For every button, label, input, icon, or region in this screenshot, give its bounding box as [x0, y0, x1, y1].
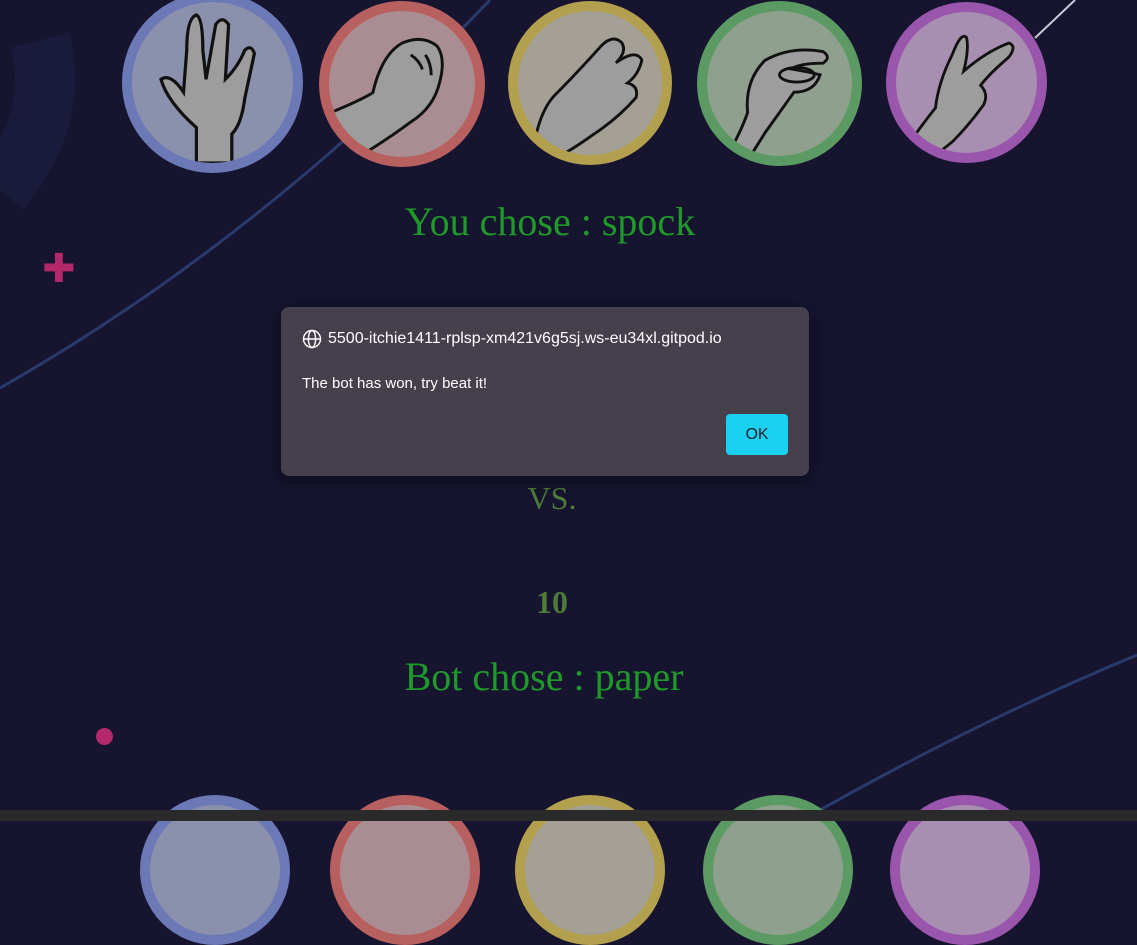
- choice-spock-button[interactable]: [122, 0, 303, 173]
- dot-decoration: [96, 728, 113, 745]
- dialog-origin: 5500-itchie1411-rplsp-xm421v6g5sj.ws-eu3…: [302, 329, 722, 349]
- dialog-origin-text: 5500-itchie1411-rplsp-xm421v6g5sj.ws-eu3…: [328, 330, 722, 347]
- rock-fist-icon: [329, 37, 444, 157]
- bot-chose-label: Bot chose : paper: [404, 654, 684, 699]
- choice-rock-button[interactable]: [319, 1, 485, 167]
- paper-hand-icon: [530, 37, 644, 155]
- choice-paper-button[interactable]: [508, 1, 672, 165]
- scissors-hand-icon: [907, 34, 1015, 153]
- ok-button[interactable]: OK: [726, 414, 788, 455]
- spock-hand-icon: [159, 13, 257, 163]
- choice-scissors-button[interactable]: [886, 2, 1047, 163]
- lizard-hand-icon: [725, 48, 829, 156]
- score-counter: 10: [536, 584, 568, 620]
- bottom-strip: [0, 810, 1137, 821]
- plus-decoration-icon: ✚: [42, 246, 76, 292]
- you-chose-label: You chose : spock: [404, 199, 696, 244]
- dialog-message: The bot has won, try beat it!: [302, 375, 488, 392]
- choice-lizard-button[interactable]: [697, 1, 862, 166]
- alert-dialog: 5500-itchie1411-rplsp-xm421v6g5sj.ws-eu3…: [281, 307, 809, 476]
- vs-label: VS.: [527, 480, 577, 516]
- globe-icon: [302, 329, 322, 349]
